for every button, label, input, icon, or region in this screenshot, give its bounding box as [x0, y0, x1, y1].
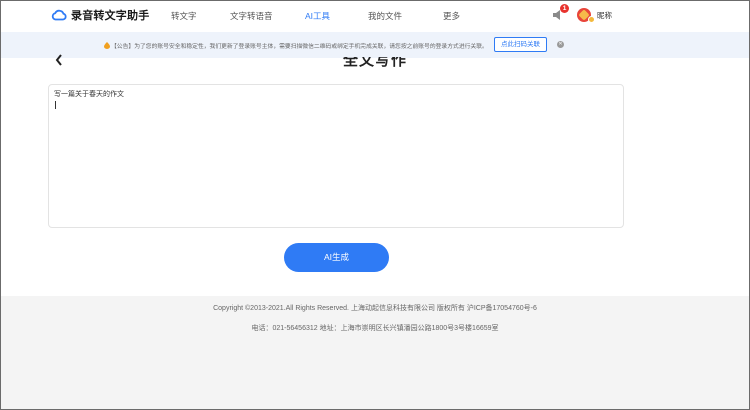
- user-nickname[interactable]: 昵称: [597, 10, 612, 21]
- nav-item-transcribe[interactable]: 转文字: [171, 10, 197, 22]
- ai-generate-button[interactable]: AI生成: [284, 243, 389, 272]
- brand-name: 录音转文字助手: [71, 10, 150, 22]
- nav-item-text-to-speech[interactable]: 文字转语音: [230, 10, 273, 22]
- announcement-bar: 【公告】为了您的账号安全和稳定性，我们更新了登录账号主体，需要扫描微信二维码或绑…: [0, 32, 750, 58]
- prompt-editor[interactable]: 写一篇关于春天的作文: [48, 84, 624, 228]
- nav-item-ai-tools[interactable]: AI工具: [305, 10, 330, 22]
- brand-logo[interactable]: 录音转文字助手: [51, 7, 149, 23]
- scan-link-button[interactable]: 点此扫码关联: [494, 37, 547, 52]
- prompt-input[interactable]: 写一篇关于春天的作文: [54, 90, 614, 220]
- text-caret: [55, 101, 56, 109]
- vip-badge-icon: [588, 16, 595, 23]
- warning-icon: [104, 42, 110, 49]
- announcement-text: 【公告】为了您的账号安全和稳定性，我们更新了登录账号主体，需要扫描微信二维码或绑…: [111, 44, 488, 50]
- nav-item-more[interactable]: 更多: [443, 10, 460, 22]
- footer-contact: 电话：021-56456312 地址：上海市崇明区长兴镇潘园公路1800号3号楼…: [251, 325, 499, 332]
- notification-badge: 1: [560, 4, 569, 13]
- footer-copyright: Copyright ©2013-2021.All Rights Reserved…: [213, 305, 537, 312]
- top-header: 录音转文字助手 转文字 文字转语音 AI工具 我的文件 更多 1 昵称: [0, 0, 750, 32]
- nav-item-my-files[interactable]: 我的文件: [368, 10, 402, 22]
- page-title: 全文写作: [342, 57, 407, 69]
- page-footer: Copyright ©2013-2021.All Rights Reserved…: [0, 296, 750, 410]
- close-icon[interactable]: ✕: [557, 41, 564, 48]
- cloud-icon: [51, 9, 67, 21]
